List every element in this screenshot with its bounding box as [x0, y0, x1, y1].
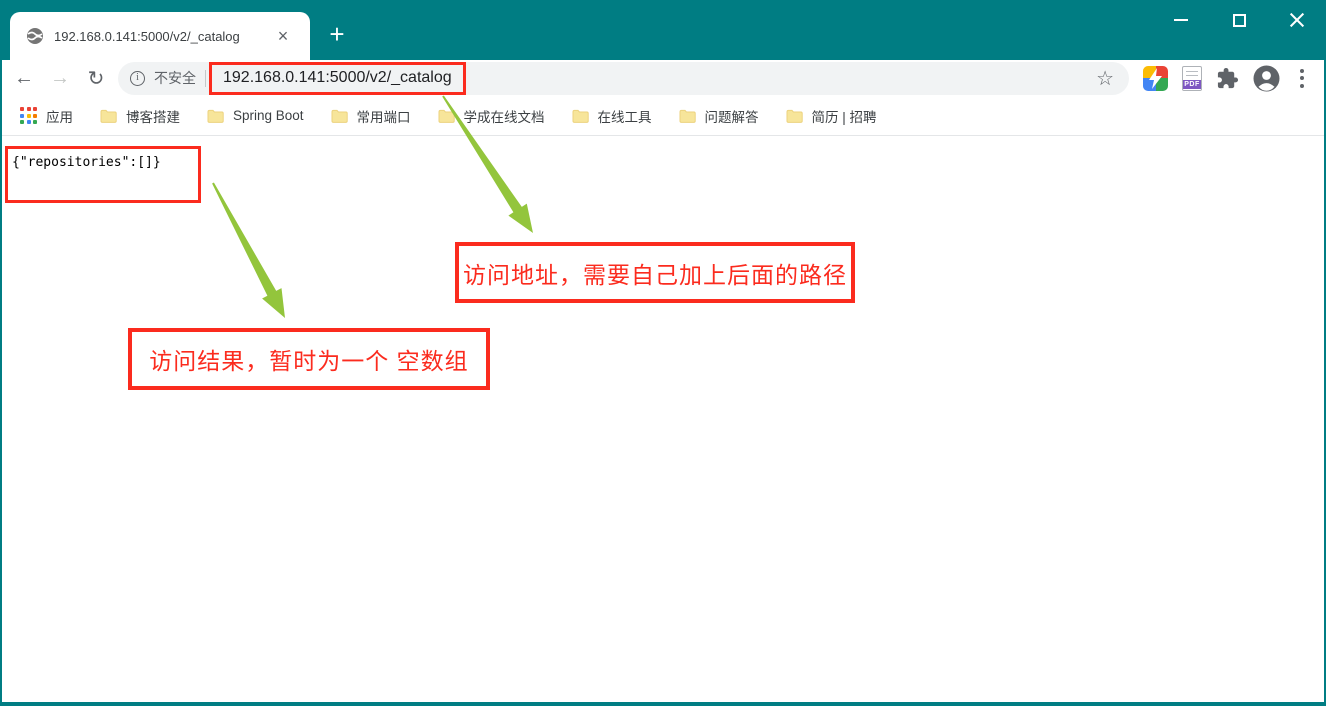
window-edge-bottom — [0, 702, 1326, 706]
annotation-url-text: 访问地址，需要自己加上后面的路径 — [463, 261, 847, 288]
page-content: {"repositories":[]} 访问地址，需要自己加上后面的路径 访问结… — [0, 0, 1326, 706]
annotation-result-callout: 访问结果，暂时为一个 空数组 — [128, 328, 490, 390]
window-edge-left — [0, 60, 2, 706]
json-response-box: {"repositories":[]} — [5, 146, 201, 203]
browser-window: { "tab": { "title": "192.168.0.141:5000/… — [0, 0, 1326, 706]
annotation-result-text: 访问结果，暂时为一个 空数组 — [149, 348, 469, 374]
json-response-text: {"repositories":[]} — [12, 155, 161, 170]
annotation-url-callout: 访问地址，需要自己加上后面的路径 — [455, 242, 855, 303]
